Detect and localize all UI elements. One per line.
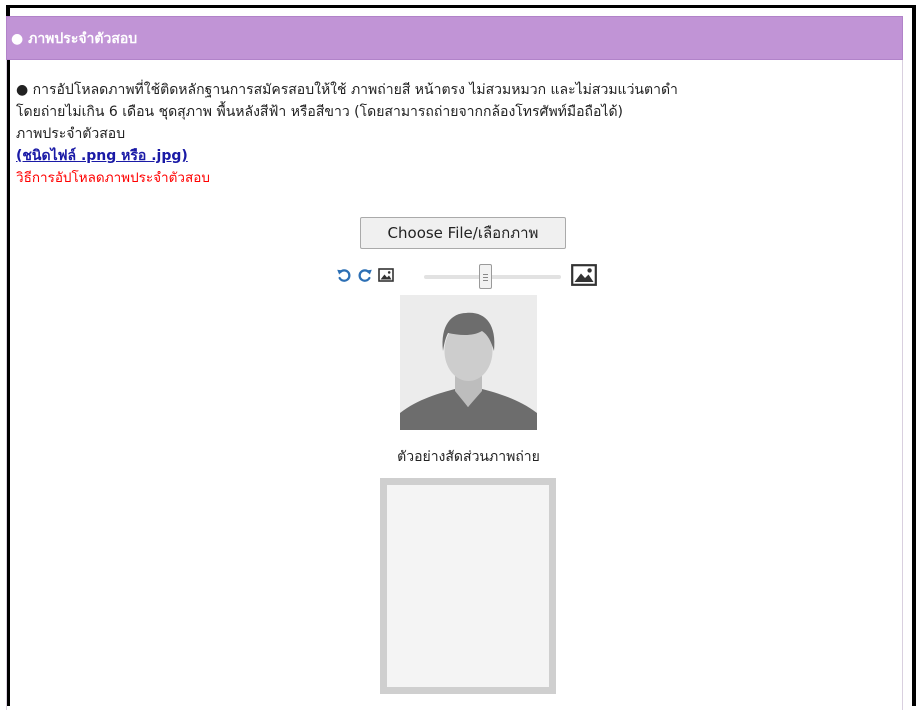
photo-label: ภาพประจำตัวสอบ — [16, 126, 126, 142]
panel-header: ● ภาพประจำตัวสอบ — [6, 16, 903, 60]
instruction-line-1: ● การอัปโหลดภาพที่ใช้ติดหลักฐานการสมัครส… — [16, 82, 678, 98]
zoom-slider-track[interactable] — [424, 275, 561, 279]
panel-title: ● ภาพประจำตัวสอบ — [11, 31, 138, 47]
example-caption: ตัวอย่างสัดส่วนภาพถ่าย — [397, 449, 540, 465]
image-large-icon[interactable] — [570, 262, 598, 288]
photo-ratio-frame — [380, 478, 556, 694]
rotate-right-icon[interactable] — [356, 264, 374, 286]
image-small-icon[interactable] — [377, 264, 395, 286]
instruction-line-2: โดยถ่ายไม่เกิน 6 เดือน ชุดสุภาพ พื้นหลัง… — [16, 104, 624, 120]
choose-file-button[interactable]: Choose File/เลือกภาพ — [360, 217, 566, 249]
rotate-left-icon[interactable] — [335, 264, 353, 286]
zoom-slider-handle[interactable] — [479, 264, 493, 289]
file-type-link[interactable]: (ชนิดไฟล์ .png หรือ .jpg) — [16, 146, 188, 166]
upload-howto-link[interactable]: วิธีการอัปโหลดภาพประจำตัวสอบ — [16, 168, 210, 188]
avatar-placeholder — [400, 295, 537, 430]
